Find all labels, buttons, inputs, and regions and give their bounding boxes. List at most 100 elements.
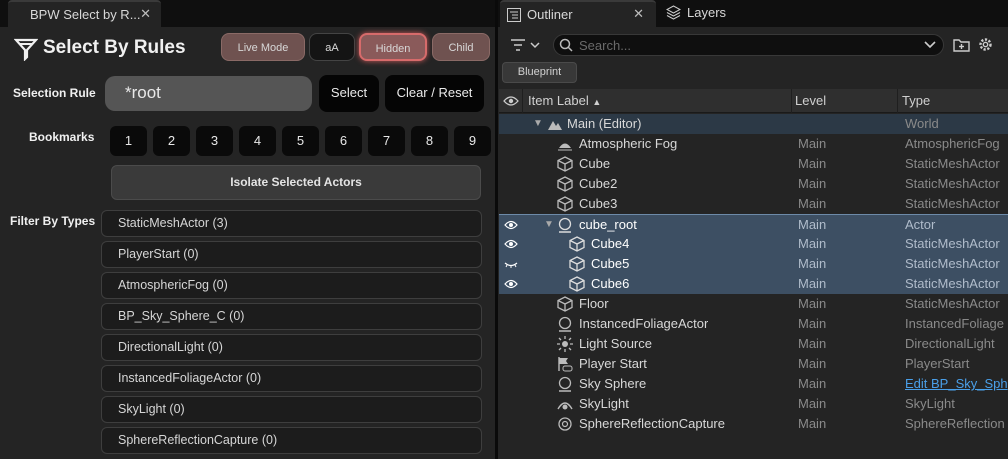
live-mode-toggle[interactable]: Live Mode bbox=[221, 33, 305, 61]
select-button[interactable]: Select bbox=[319, 75, 379, 112]
row-label: Cube5 bbox=[591, 256, 630, 271]
tab-select-by-rules[interactable]: BPW Select by R... ✕ bbox=[8, 0, 161, 27]
outliner-row[interactable]: Cube4 Main StaticMeshActor bbox=[499, 234, 1008, 254]
row-label: Player Start bbox=[579, 356, 647, 371]
skylight-icon bbox=[557, 402, 573, 410]
close-icon[interactable]: ✕ bbox=[140, 6, 151, 22]
outliner-row[interactable]: ▼ cube_root Main Actor bbox=[499, 214, 1008, 234]
type-filter-item[interactable]: StaticMeshActor (3) bbox=[101, 210, 482, 237]
type-filter-item[interactable]: SkyLight (0) bbox=[101, 396, 482, 423]
type-filter-item[interactable]: BP_Sky_Sphere_C (0) bbox=[101, 303, 482, 330]
row-label: Light Source bbox=[579, 336, 652, 351]
row-level: Main bbox=[798, 336, 827, 351]
outliner-row[interactable]: Cube5 Main StaticMeshActor bbox=[499, 254, 1008, 274]
filter-dropdown-icon[interactable] bbox=[509, 37, 541, 53]
bookmarks-label: Bookmarks bbox=[29, 130, 95, 144]
outliner-row[interactable]: Sky Sphere Main Edit BP_Sky_Sph bbox=[499, 374, 1008, 394]
mesh-icon bbox=[557, 296, 573, 312]
selection-rule-input[interactable]: *root bbox=[105, 76, 312, 111]
column-divider[interactable] bbox=[522, 89, 523, 113]
row-type: StaticMeshActor bbox=[905, 256, 1000, 271]
hidden-toggle[interactable]: Hidden bbox=[359, 33, 427, 61]
row-type: StaticMeshActor bbox=[905, 296, 1000, 311]
case-sensitive-toggle[interactable]: aA bbox=[309, 33, 355, 61]
row-level: Main bbox=[798, 217, 827, 232]
outliner-row[interactable]: SphereReflectionCapture Main SphereRefle… bbox=[499, 414, 1008, 434]
row-label: Cube3 bbox=[579, 196, 618, 211]
tab-label: BPW Select by R... bbox=[30, 7, 141, 22]
tab-label: Outliner bbox=[527, 7, 573, 22]
bookmark-6-button[interactable]: 6 bbox=[325, 126, 362, 156]
row-level: Main bbox=[798, 136, 827, 151]
outliner-row[interactable]: SkyLight Main SkyLight bbox=[499, 394, 1008, 414]
type-filter-item[interactable]: PlayerStart (0) bbox=[101, 241, 482, 268]
outliner-row[interactable]: Cube Main StaticMeshActor bbox=[499, 154, 1008, 174]
tab-layers[interactable]: Layers bbox=[660, 0, 760, 27]
outliner-row[interactable]: Atmospheric Fog Main AtmosphericFog bbox=[499, 134, 1008, 154]
bookmark-2-button[interactable]: 2 bbox=[153, 126, 190, 156]
sun-icon bbox=[557, 336, 573, 352]
row-type: InstancedFoliage bbox=[905, 316, 1005, 331]
type-filter-item[interactable]: DirectionalLight (0) bbox=[101, 334, 482, 361]
gear-icon[interactable] bbox=[977, 36, 994, 53]
bookmark-3-button[interactable]: 3 bbox=[196, 126, 233, 156]
type-filter-item[interactable]: SphereReflectionCapture (0) bbox=[101, 427, 482, 454]
edit-blueprint-link[interactable]: Edit BP_Sky_Sph bbox=[905, 376, 1008, 391]
collapse-arrow-icon[interactable]: ▼ bbox=[544, 219, 554, 230]
type-filter-item[interactable]: InstancedFoliageActor (0) bbox=[101, 365, 482, 392]
row-level: Main bbox=[798, 416, 827, 431]
bookmark-7-button[interactable]: 7 bbox=[368, 126, 405, 156]
close-icon[interactable]: ✕ bbox=[633, 6, 644, 22]
column-item-label[interactable]: Item Label ▲ bbox=[528, 93, 601, 108]
clear-reset-button[interactable]: Clear / Reset bbox=[385, 75, 484, 112]
mesh-icon bbox=[557, 196, 573, 212]
row-label: Cube4 bbox=[591, 236, 630, 251]
outliner-row[interactable]: Light Source Main DirectionalLight bbox=[499, 334, 1008, 354]
actor-icon bbox=[558, 376, 572, 392]
column-type[interactable]: Type bbox=[902, 93, 930, 108]
chevron-down-icon[interactable] bbox=[924, 40, 936, 50]
outliner-row[interactable]: InstancedFoliageActor Main InstancedFoli… bbox=[499, 314, 1008, 334]
bookmark-8-button[interactable]: 8 bbox=[411, 126, 448, 156]
new-folder-icon[interactable] bbox=[953, 37, 970, 52]
bookmark-4-button[interactable]: 4 bbox=[239, 126, 276, 156]
tab-outliner[interactable]: Outliner ✕ bbox=[500, 0, 656, 27]
column-divider[interactable] bbox=[897, 89, 898, 113]
row-type: Actor bbox=[905, 217, 936, 232]
column-divider[interactable] bbox=[791, 89, 792, 113]
layers-icon bbox=[666, 5, 681, 20]
outliner-row[interactable]: Cube2 Main StaticMeshActor bbox=[499, 174, 1008, 194]
search-input[interactable]: Search... bbox=[553, 34, 944, 56]
bookmark-5-button[interactable]: 5 bbox=[282, 126, 319, 156]
outliner-row[interactable]: ▼ Main (Editor) World bbox=[499, 114, 1008, 134]
eye-icon[interactable] bbox=[504, 277, 518, 291]
blueprint-filter-button[interactable]: Blueprint bbox=[502, 62, 577, 83]
row-label: Atmospheric Fog bbox=[579, 136, 678, 151]
row-type: StaticMeshActor bbox=[905, 156, 1000, 171]
column-label: Item Label bbox=[528, 93, 589, 108]
row-type: SkyLight bbox=[905, 396, 955, 411]
outliner-row[interactable]: Floor Main StaticMeshActor bbox=[499, 294, 1008, 314]
row-level: Main bbox=[798, 396, 827, 411]
select-funnel-icon bbox=[14, 38, 38, 61]
bookmark-9-button[interactable]: 9 bbox=[454, 126, 491, 156]
mesh-icon bbox=[569, 236, 585, 252]
child-toggle[interactable]: Child bbox=[432, 33, 490, 61]
outliner-row[interactable]: Player Start Main PlayerStart bbox=[499, 354, 1008, 374]
sort-asc-icon: ▲ bbox=[592, 97, 602, 107]
isolate-selected-button[interactable]: Isolate Selected Actors bbox=[111, 165, 481, 200]
collapse-arrow-icon[interactable]: ▼ bbox=[533, 118, 543, 129]
eye-icon[interactable] bbox=[504, 237, 518, 251]
outliner-row[interactable]: Cube3 Main StaticMeshActor bbox=[499, 194, 1008, 214]
row-level: Main bbox=[798, 196, 827, 211]
column-level[interactable]: Level bbox=[795, 93, 826, 108]
type-filter-item[interactable]: AtmosphericFog (0) bbox=[101, 272, 482, 299]
outliner-row[interactable]: Cube6 Main StaticMeshActor bbox=[499, 274, 1008, 294]
row-type: StaticMeshActor bbox=[905, 196, 1000, 211]
bookmark-1-button[interactable]: 1 bbox=[110, 126, 147, 156]
mesh-icon bbox=[569, 276, 585, 292]
eye-icon[interactable] bbox=[504, 218, 518, 232]
eye-closed-icon[interactable] bbox=[504, 257, 518, 271]
panel-splitter[interactable] bbox=[495, 0, 498, 459]
row-label: Cube6 bbox=[591, 276, 630, 291]
